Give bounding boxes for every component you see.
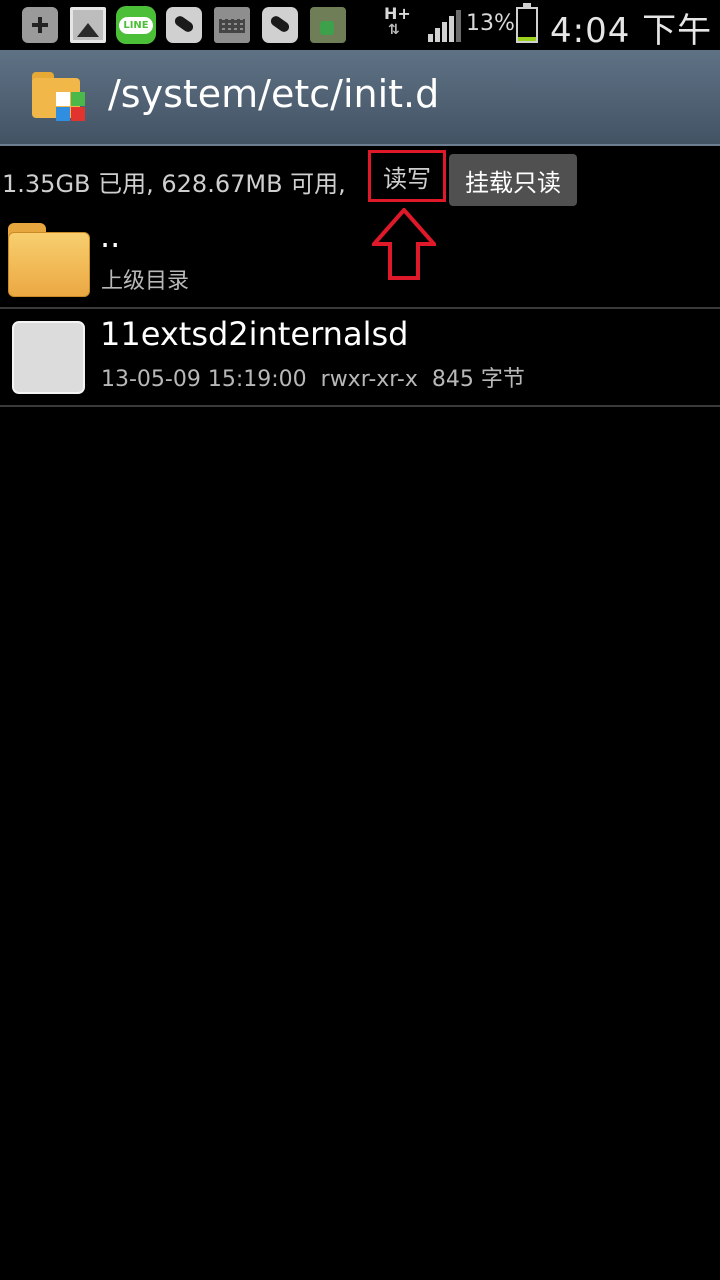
battery-percent: 13%	[466, 11, 515, 36]
storage-usage: 1.35GB 已用, 628.67MB 可用,	[2, 170, 346, 198]
battery-level	[518, 36, 536, 41]
mount-read-only-button[interactable]: 挂载只读	[449, 154, 577, 206]
entry-detail: 13-05-09 15:19:00 rwxr-xr-x 845 字节	[101, 367, 525, 392]
tools-icon	[310, 7, 346, 43]
app-folder-icon	[32, 72, 90, 124]
storage-info-row: 1.35GB 已用, 628.67MB 可用, 读写 挂载只读	[0, 146, 720, 210]
status-bar: LINE H+ ⇅ 13% 4:04 下午	[0, 0, 720, 51]
image-icon	[70, 7, 106, 43]
list-item-parent-directory[interactable]: .. 上级目录	[0, 211, 720, 309]
network-label: H+	[384, 4, 411, 23]
file-icon	[12, 321, 85, 394]
keyboard-icon	[214, 7, 250, 43]
mount-read-only-label: 挂载只读	[465, 168, 561, 197]
data-arrows-icon: ⇅	[388, 22, 400, 38]
pea-icon	[262, 7, 298, 43]
list-item-file[interactable]: 11extsd2internalsd 13-05-09 15:19:00 rwx…	[0, 309, 720, 407]
title-bar: /system/etc/init.d	[0, 50, 720, 146]
pea-icon	[166, 7, 202, 43]
mount-state-highlight: 读写	[368, 150, 446, 202]
line-icon: LINE	[116, 6, 156, 44]
line-icon-label: LINE	[119, 16, 153, 34]
current-path: /system/etc/init.d	[108, 72, 440, 116]
entry-name: ..	[100, 217, 121, 255]
add-icon	[22, 7, 58, 43]
mount-state-label: 读写	[383, 164, 431, 193]
entry-detail: 上级目录	[101, 269, 190, 294]
signal-icon	[426, 10, 461, 42]
folder-icon	[8, 223, 90, 297]
entry-name: 11extsd2internalsd	[100, 315, 409, 353]
network-type: H+ ⇅	[384, 4, 411, 39]
battery-icon	[516, 3, 538, 43]
clock: 4:04 下午	[550, 11, 713, 51]
